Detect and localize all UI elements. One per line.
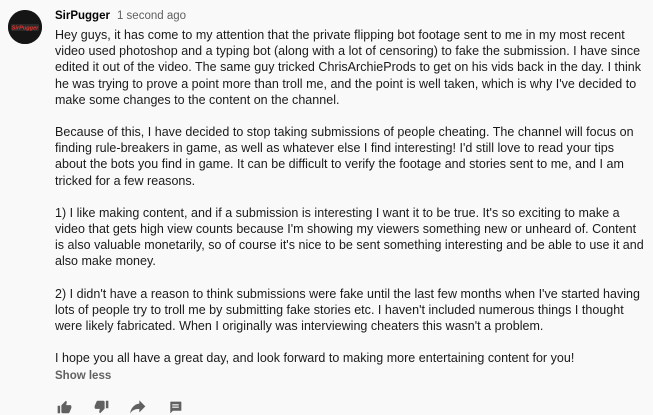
thumbs-up-icon bbox=[57, 401, 71, 414]
thumbs-down-icon bbox=[94, 401, 108, 414]
share-icon bbox=[130, 400, 146, 415]
author-name[interactable]: SirPugger bbox=[55, 8, 110, 24]
comment-body: SirPugger 1 second ago Hey guys, it has … bbox=[55, 8, 645, 415]
like-button[interactable] bbox=[56, 399, 72, 415]
comment-paragraph: Because of this, I have decided to stop … bbox=[55, 125, 634, 188]
avatar-logo-text: SirPugger bbox=[12, 26, 40, 32]
avatar[interactable]: SirPugger bbox=[8, 10, 42, 44]
show-less-button[interactable]: Show less bbox=[55, 370, 111, 382]
comment-thread: SirPugger SirPugger 1 second ago Hey guy… bbox=[0, 0, 653, 415]
comment-paragraph: 1) I like making content, and if a submi… bbox=[55, 205, 644, 269]
share-button[interactable] bbox=[130, 399, 146, 415]
comment-timestamp[interactable]: 1 second ago bbox=[117, 8, 186, 24]
comment-text: Hey guys, it has come to my attention th… bbox=[55, 27, 645, 366]
comment-paragraph: I hope you all have a great day, and loo… bbox=[55, 351, 575, 366]
comment-icon bbox=[169, 401, 181, 414]
comment-header: SirPugger 1 second ago bbox=[55, 8, 645, 24]
reply-button[interactable] bbox=[167, 399, 183, 415]
dislike-button[interactable] bbox=[93, 399, 109, 415]
comment-paragraph: Hey guys, it has come to my attention th… bbox=[55, 28, 642, 107]
comment-actions bbox=[56, 399, 645, 415]
comment-paragraph: 2) I didn't have a reason to think submi… bbox=[55, 286, 641, 334]
avatar-logo: SirPugger bbox=[8, 10, 42, 44]
